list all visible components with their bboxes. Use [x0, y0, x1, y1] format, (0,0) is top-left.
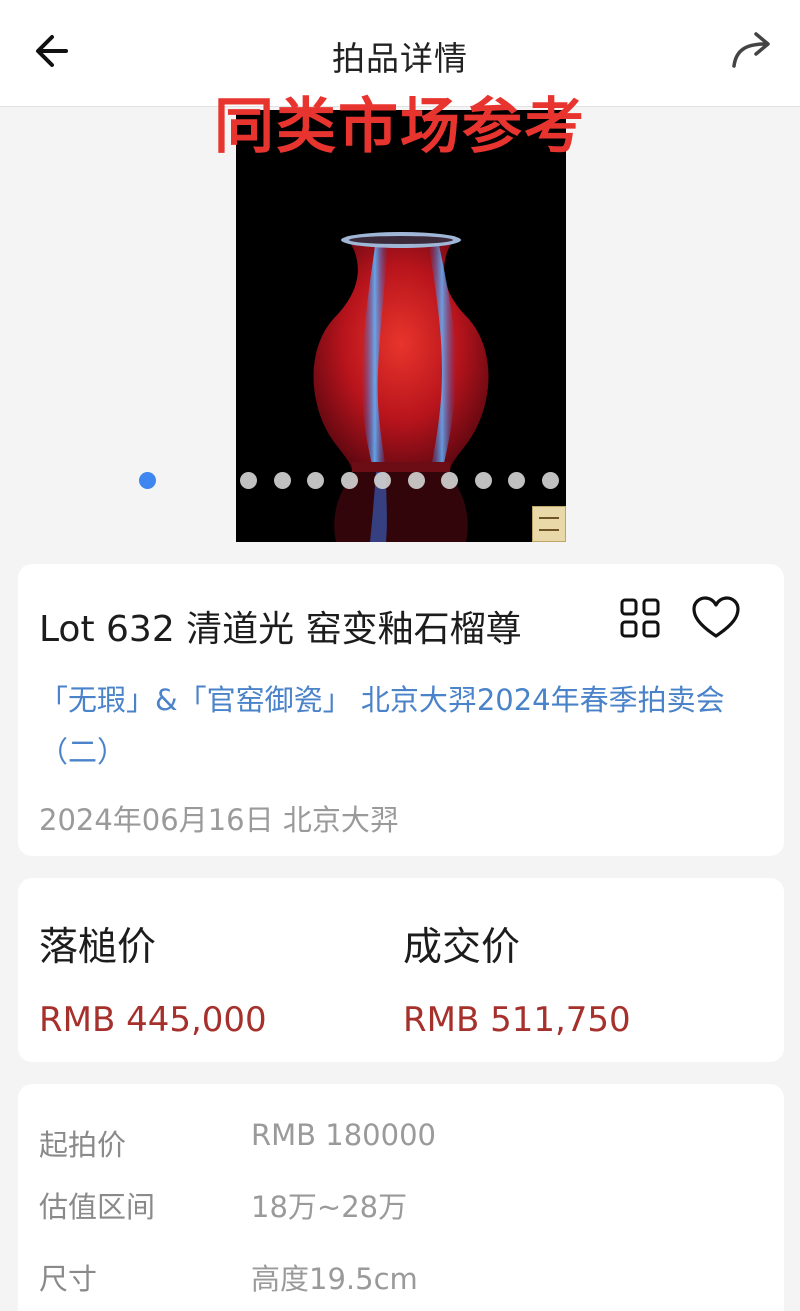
- deal-price-value: RMB 511,750: [403, 1000, 631, 1040]
- gallery-dot[interactable]: [374, 472, 391, 489]
- auction-sale-link[interactable]: 「无瑕」&「官窑御瓷」 北京大羿2024年春季拍卖会（二）: [39, 674, 769, 778]
- market-reference-overlay-label: 同类市场参考: [214, 92, 586, 162]
- gallery-dot[interactable]: [541, 472, 559, 489]
- sale-date-and-house: 2024年06月16日 北京大羿: [39, 803, 399, 837]
- deal-price-label: 成交价: [403, 925, 521, 970]
- detail-value: 高度19.5cm: [251, 1262, 418, 1296]
- gallery-dot[interactable]: [307, 472, 324, 489]
- page-title: 拍品详情: [332, 39, 468, 78]
- detail-value: 18万~28万: [251, 1190, 408, 1224]
- hammer-price-value: RMB 445,000: [39, 1000, 267, 1040]
- gallery-dot[interactable]: [508, 472, 525, 489]
- lot-details-card: 起拍价 RMB 180000 估值区间 18万~28万 尺寸 高度19.5cm: [18, 1084, 784, 1311]
- lot-info-card: Lot 632 清道光 窑变釉石榴尊 「无瑕」&「官窑御瓷」 北京大羿2024年…: [18, 564, 784, 856]
- gallery-dot[interactable]: [441, 472, 458, 489]
- gallery-dot[interactable]: [240, 472, 257, 489]
- gallery-dot[interactable]: [407, 472, 425, 489]
- detail-label: 起拍价: [39, 1128, 127, 1162]
- heart-outline-icon: [692, 596, 740, 638]
- grid-view-button[interactable]: [618, 596, 662, 640]
- share-button[interactable]: [726, 26, 780, 74]
- detail-value: RMB 180000: [251, 1118, 436, 1152]
- gallery-dot[interactable]: [474, 472, 492, 489]
- grid-four-icon: [620, 598, 660, 638]
- gallery-active-dot[interactable]: [139, 472, 156, 489]
- seal-stamp-image: [532, 506, 566, 542]
- share-arrow-icon: [732, 32, 770, 68]
- favorite-button[interactable]: [690, 594, 742, 642]
- detail-label: 尺寸: [39, 1262, 98, 1296]
- detail-label: 估值区间: [39, 1190, 156, 1224]
- price-card: 落槌价 成交价 RMB 445,000 RMB 511,750: [18, 878, 784, 1062]
- gallery-pagination-dots: [240, 472, 570, 490]
- gallery-dot[interactable]: [340, 472, 358, 489]
- gallery-dot[interactable]: [273, 472, 291, 489]
- lot-title: Lot 632 清道光 窑变釉石榴尊: [39, 609, 522, 650]
- hammer-price-label: 落槌价: [39, 925, 157, 970]
